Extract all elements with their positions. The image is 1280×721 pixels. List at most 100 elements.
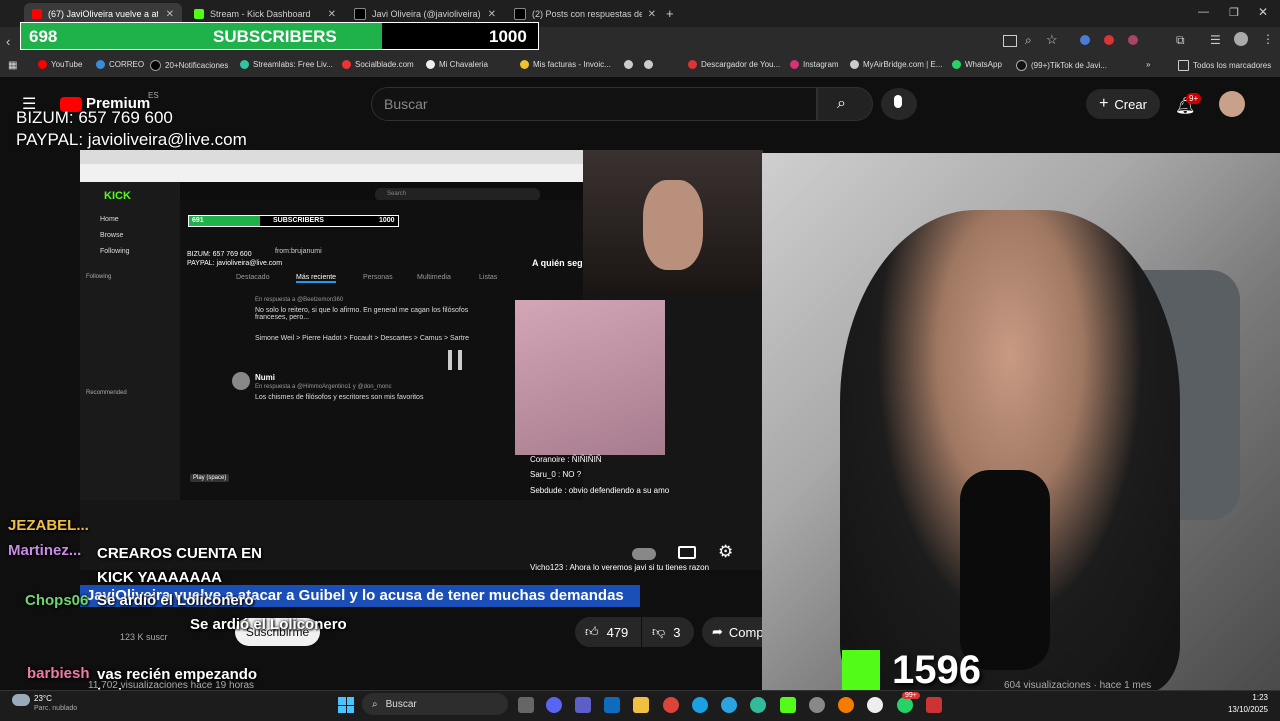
chrome-icon[interactable] (663, 697, 679, 713)
chat-username: Martinez... (8, 542, 82, 559)
bookmark-item[interactable]: CORREO (96, 60, 144, 69)
create-button[interactable]: + Crear (1086, 89, 1160, 119)
kick-sidebar: KICK Home Browse Following Following Rec… (80, 182, 180, 500)
obs-icon[interactable] (867, 697, 883, 713)
telegram-icon[interactable] (721, 697, 737, 713)
whatsapp-icon (952, 60, 961, 69)
embedded-goal-label: SUBSCRIBERS (273, 217, 324, 224)
x-favicon-icon (514, 8, 526, 20)
thumbs-up-icon: 👍︎ (585, 624, 599, 639)
taskbar-search[interactable]: ⌕ Buscar (362, 693, 508, 715)
bookmark-item[interactable]: Mis facturas - Invoic... (520, 60, 611, 69)
new-tab-button[interactable]: + (666, 6, 674, 21)
all-bookmarks-folder[interactable]: Todos los marcadores (1178, 60, 1271, 71)
extension-icon[interactable] (1080, 35, 1090, 45)
cast-icon[interactable] (1003, 35, 1017, 47)
embedded-tab-bar (80, 150, 583, 164)
bookmark-item[interactable]: Instagram (790, 60, 839, 69)
chat-message: Se ardió el Loliconero (190, 616, 347, 633)
close-tab-icon[interactable]: ✕ (648, 9, 656, 20)
x-icon (150, 60, 161, 71)
profile-avatar-icon[interactable] (1234, 32, 1248, 46)
bookmark-item[interactable]: Socialblade.com (342, 60, 414, 69)
task-view-icon[interactable] (518, 697, 534, 713)
bookmark-item[interactable]: Descargador de You... (688, 60, 780, 69)
bookmark-item[interactable]: Streamlabs: Free Liv... (240, 60, 333, 69)
small-webcam-feed (583, 150, 763, 292)
edge-icon[interactable] (692, 697, 708, 713)
browser-menu-icon[interactable]: ⋮ (1262, 32, 1274, 46)
embedded-bizum: BIZUM: 657 769 600 (187, 251, 252, 258)
settings-gear-icon[interactable]: ⚙ (718, 542, 733, 562)
embedded-chat-line: Saru_0 : NO ? (530, 470, 581, 479)
close-tab-icon[interactable]: ✕ (166, 9, 174, 20)
voice-search-button[interactable] (881, 88, 917, 120)
pause-icon[interactable] (448, 350, 462, 370)
windows-start-icon[interactable] (338, 697, 354, 713)
extensions-puzzle-icon[interactable]: ⧉ (1176, 33, 1185, 48)
share-button[interactable]: ➦ Compartir (702, 617, 762, 647)
outlook-icon[interactable] (604, 697, 620, 713)
globe-icon[interactable] (644, 60, 657, 69)
close-tab-icon[interactable]: ✕ (328, 9, 336, 20)
search-button[interactable]: ⌕ (817, 87, 873, 121)
zoom-icon[interactable]: ⌕ (1025, 33, 1032, 48)
app-icon[interactable] (838, 697, 854, 713)
notification-badge: 9+ (1186, 93, 1202, 104)
bookmark-label: CORREO (109, 60, 145, 69)
like-count: 479 (606, 624, 629, 640)
bookmark-item[interactable]: (99+)TikTok de Javi... (1016, 60, 1107, 71)
kick-app-icon[interactable] (780, 697, 796, 713)
chat-username: Chops06 (25, 592, 89, 609)
bookmark-label: (99+)TikTok de Javi... (1031, 61, 1107, 70)
teams-icon[interactable] (575, 697, 591, 713)
maximize-window-icon[interactable]: ❐ (1229, 6, 1239, 19)
weather-cloud-icon[interactable] (12, 694, 30, 706)
app-icon[interactable] (926, 697, 942, 713)
bookmarks-more-button[interactable]: » (1146, 60, 1150, 69)
extension-icon[interactable] (1104, 35, 1114, 45)
autoplay-toggle[interactable] (632, 548, 656, 560)
close-tab-icon[interactable]: ✕ (488, 9, 496, 20)
chat-line-text: Sebdude : obvio defendiendo a su amo (530, 486, 670, 495)
bizum-donation-text: BIZUM: 657 769 600 (16, 108, 173, 127)
apps-grid-icon[interactable]: ▦ (8, 60, 17, 71)
embedded-tweet-chain: Simone Weil > Pierre Hadot > Focault > D… (255, 335, 470, 342)
app-icon[interactable] (750, 697, 766, 713)
tab-label: Stream - Kick Dashboard (210, 9, 311, 19)
search-input[interactable]: Buscar (371, 87, 817, 121)
embedded-play-hint: Play (space) (190, 474, 230, 482)
back-arrow-icon[interactable]: ‹ (6, 34, 10, 49)
subtitles-icon[interactable] (678, 546, 696, 559)
app-icon[interactable] (809, 697, 825, 713)
kick-nav-browse: Browse (100, 232, 124, 239)
whatsapp-icon[interactable] (897, 697, 913, 713)
bookmark-item[interactable]: Mi Chavaleria (426, 60, 488, 69)
bookmark-item[interactable]: YouTube (38, 60, 82, 69)
extension-icon[interactable] (1128, 35, 1138, 45)
bookmark-label: YouTube (51, 60, 83, 69)
kick-following-label: Following (86, 274, 112, 280)
chat-username: JEZABEL... (8, 517, 89, 534)
bookmark-label: Mi Chavaleria (439, 60, 488, 69)
bookmark-item[interactable]: WhatsApp (952, 60, 1002, 69)
mail-icon (96, 60, 105, 69)
bookmark-label: 20+Notificaciones (165, 61, 229, 70)
bookmark-item[interactable]: MyAirBridge.com | E... (850, 60, 942, 69)
tab-label: (2) Posts con respuestas de Javi (532, 9, 642, 19)
file-explorer-icon[interactable] (633, 697, 649, 713)
embedded-goal-target: 1000 (379, 217, 395, 224)
subscriber-current-count: 698 (29, 27, 58, 46)
reading-list-icon[interactable]: ☰ (1210, 33, 1221, 47)
dislike-button[interactable]: 👎︎ 3 (642, 617, 694, 647)
minimize-window-icon[interactable]: — (1198, 6, 1209, 18)
bookmark-star-icon[interactable]: ☆ (1046, 32, 1058, 48)
close-window-icon[interactable]: ✕ (1258, 5, 1268, 19)
discord-icon[interactable] (546, 697, 562, 713)
like-button[interactable]: 👍︎ 479 (575, 617, 641, 647)
bookmark-item[interactable]: 20+Notificaciones (150, 60, 228, 71)
embedded-twitter-tab: Multimedia (417, 274, 451, 281)
globe-icon[interactable] (624, 60, 637, 69)
account-avatar[interactable] (1219, 91, 1245, 117)
taskbar-notification-badge: 99+ (902, 692, 920, 699)
